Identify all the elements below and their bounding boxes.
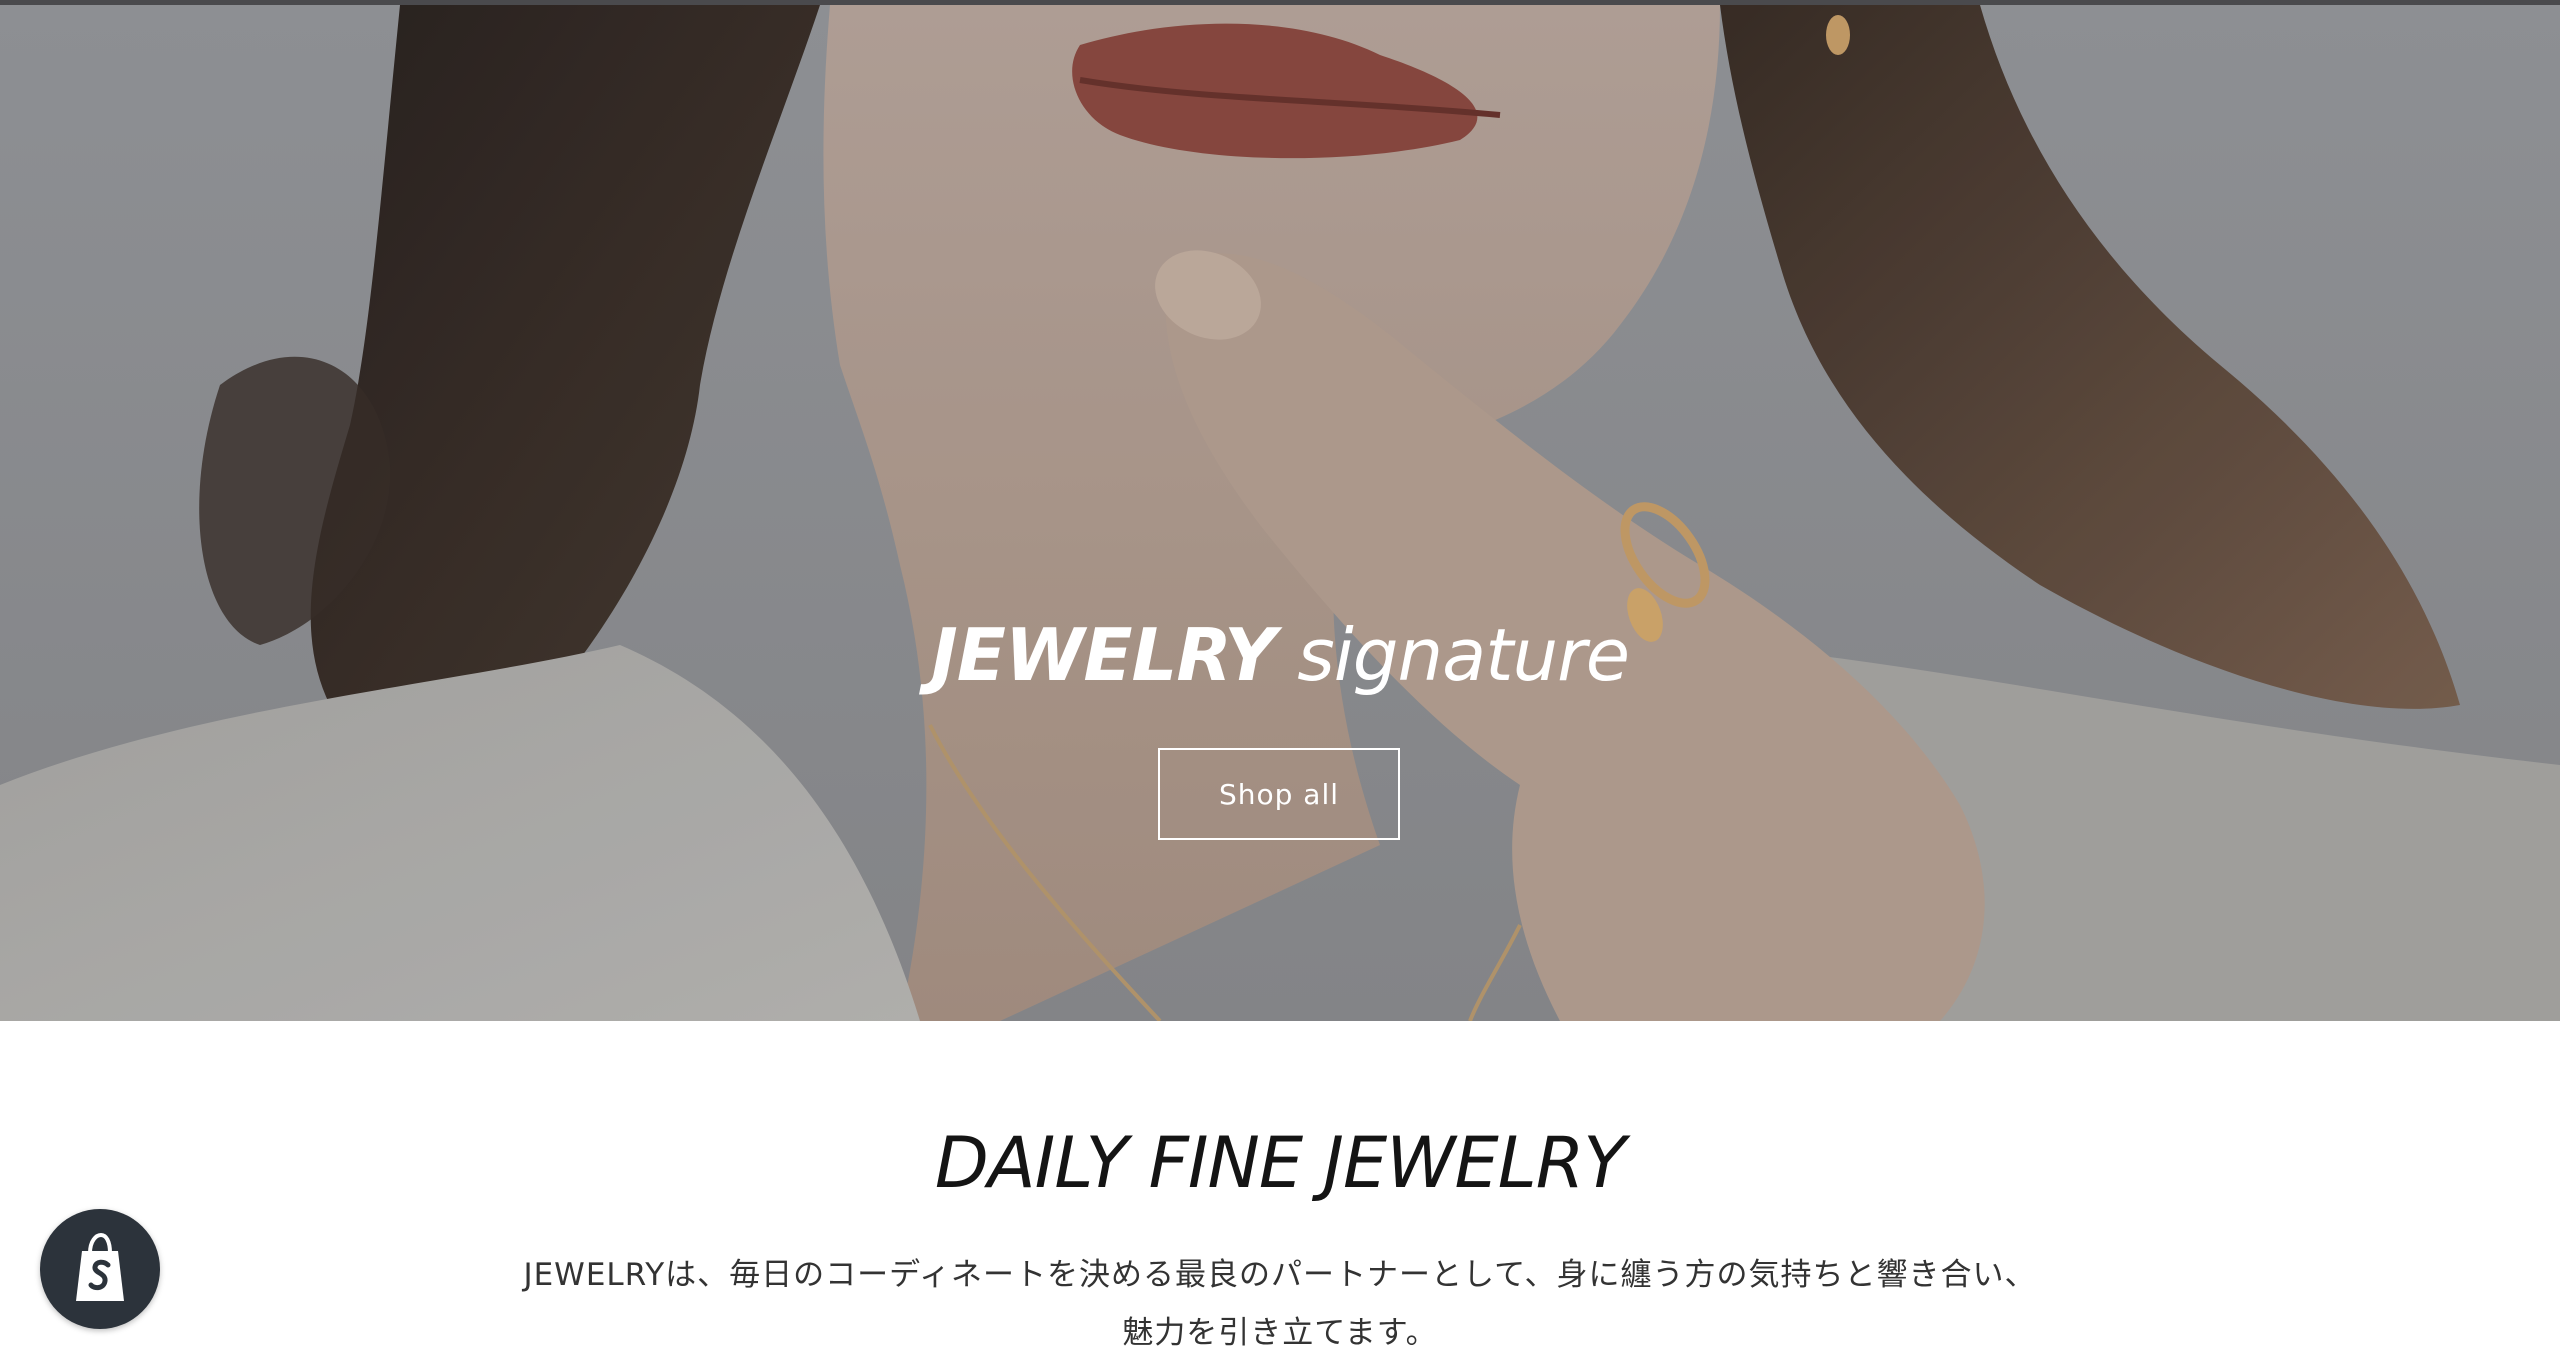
intro-section: DAILY FINE JEWELRY JEWELRYは、毎日のコーディネートを決…	[0, 1021, 2560, 1369]
intro-heading: DAILY FINE JEWELRY	[934, 1122, 1626, 1204]
hero-title-bold: JEWELRY	[930, 613, 1276, 697]
shopify-badge-button[interactable]	[40, 1209, 160, 1329]
shopify-bag-icon	[76, 1233, 124, 1301]
shop-all-button[interactable]: Shop all	[1158, 748, 1400, 840]
hero-banner: JEWELRY signature Shop all	[0, 5, 2560, 1021]
hero-title: JEWELRY signature	[0, 610, 2560, 700]
intro-text-line2: 魅力を引き立てます。	[1122, 1315, 1438, 1351]
hero-overlay	[0, 5, 2560, 1021]
intro-text-line1: JEWELRYは、毎日のコーディネートを決める最良のパートナーとして、身に纏う方…	[523, 1257, 2037, 1293]
intro-text: JEWELRYは、毎日のコーディネートを決める最良のパートナーとして、身に纏う方…	[400, 1246, 2160, 1362]
hero-title-light: signature	[1297, 613, 1630, 697]
